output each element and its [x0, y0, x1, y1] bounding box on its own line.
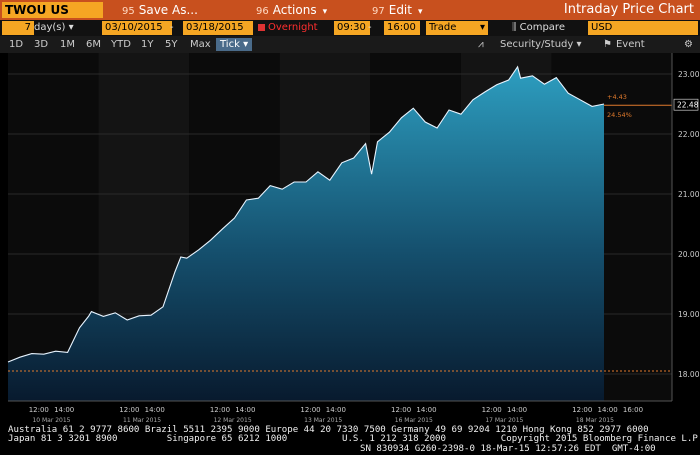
- save-as-label: Save As...: [138, 3, 198, 17]
- end-date-field[interactable]: 03/18/2015: [183, 21, 253, 35]
- start-time-field[interactable]: 09:30: [334, 21, 370, 35]
- change-label: +4.43: [607, 93, 627, 101]
- y-tick-label: 22.00: [678, 130, 700, 139]
- x-time-label: 14:00: [326, 406, 346, 414]
- chevron-down-icon: ▾: [68, 22, 74, 33]
- chevron-down-icon: ▾: [243, 39, 249, 50]
- start-date-field[interactable]: 03/10/2015: [102, 21, 172, 35]
- range-tick-select[interactable]: Tick ▾: [216, 38, 253, 51]
- period-value-field[interactable]: 7: [2, 21, 34, 35]
- x-day-label: 10 Mar 2015: [32, 417, 70, 424]
- chart-type-icon[interactable]: ⩘: [478, 38, 484, 51]
- currency-field[interactable]: USD: [588, 21, 698, 35]
- overnight-label: Overnight: [268, 22, 318, 33]
- range-max[interactable]: Max: [190, 38, 211, 51]
- compare-toggle[interactable]: ⫼ Compare: [512, 21, 565, 35]
- field-select[interactable]: Trade ▾: [426, 21, 488, 35]
- ticker-field[interactable]: TWOU US Equity: [2, 2, 103, 33]
- x-time-label: 14:00: [416, 406, 436, 414]
- x-day-label: 16 Mar 2015: [395, 417, 433, 424]
- edit-button[interactable]: 97 Edit ▾: [372, 2, 423, 18]
- range-1m[interactable]: 1M: [60, 38, 75, 51]
- time-separator: -: [368, 22, 372, 33]
- save-as-button[interactable]: 95 Save As...: [122, 2, 198, 18]
- range-ytd[interactable]: YTD: [111, 38, 131, 51]
- footer-contacts-line-2: Japan 81 3 3201 8900 Singapore 65 6212 1…: [8, 434, 700, 444]
- end-time-field[interactable]: 16:00: [384, 21, 420, 35]
- x-day-label: 11 Mar 2015: [123, 417, 161, 424]
- x-time-label: 14:00: [54, 406, 74, 414]
- range-tick-label: Tick: [220, 39, 240, 50]
- period-unit-label: day(s): [34, 22, 66, 33]
- date-separator: -: [170, 22, 174, 33]
- checkbox-icon: [258, 23, 265, 31]
- chart-canvas: 18.00 19.00 20.00 21.00 22.00 23.00 22.48 +4.43…: [7, 53, 700, 424]
- change-pct-label: 24.54%: [607, 111, 632, 119]
- event-button[interactable]: ⚑ Event: [603, 38, 645, 51]
- x-day-label: 12 Mar 2015: [214, 417, 252, 424]
- footer: Australia 61 2 9777 8600 Brazil 5511 239…: [0, 425, 700, 455]
- chevron-down-icon: ▾: [479, 22, 485, 33]
- security-study-button[interactable]: Security/Study ▾: [500, 38, 582, 51]
- y-tick-label: 20.00: [678, 250, 700, 259]
- x-time-label: 14:00: [598, 406, 618, 414]
- x-day-label: 18 Mar 2015: [576, 417, 614, 424]
- edit-label: Edit: [388, 3, 412, 17]
- top-menu-bar: TWOU US Equity 95Save As... 96Actions ▾ 9…: [0, 0, 700, 33]
- overnight-toggle[interactable]: Overnight: [258, 21, 318, 35]
- chevron-down-icon: ▾: [576, 39, 582, 50]
- last-price-label: 22.48: [677, 101, 699, 110]
- compare-label: Compare: [519, 22, 565, 33]
- x-time-label: 12:00: [391, 406, 411, 414]
- x-time-label: 14:00: [235, 406, 255, 414]
- event-label: Event: [615, 39, 645, 50]
- x-day-label: 13 Mar 2015: [304, 417, 342, 424]
- x-time-label: 12:00: [29, 406, 49, 414]
- x-time-label: 12:00: [482, 406, 502, 414]
- y-tick-label: 21.00: [678, 190, 700, 199]
- y-tick-label: 23.00: [678, 70, 700, 79]
- compare-icon: ⫼: [512, 22, 517, 33]
- range-6m[interactable]: 6M: [86, 38, 101, 51]
- period-unit-select[interactable]: day(s) ▾: [34, 21, 74, 35]
- x-time-label: 14:00: [145, 406, 165, 414]
- gear-icon[interactable]: ⚙: [684, 38, 693, 51]
- y-tick-label: 18.00: [678, 370, 700, 379]
- chevron-down-icon: ▾: [417, 7, 423, 17]
- parameters-bar: 7 day(s) ▾ 03/10/2015 - 03/18/2015 Overn…: [0, 20, 700, 36]
- x-day-label: 17 Mar 2015: [485, 417, 523, 424]
- save-as-code: 95: [122, 6, 135, 17]
- actions-label: Actions: [272, 3, 317, 17]
- range-3d[interactable]: 3D: [34, 38, 48, 51]
- x-time-label: 16:00: [623, 406, 643, 414]
- x-time-label: 14:00: [507, 406, 527, 414]
- actions-code: 96: [256, 6, 269, 17]
- actions-button[interactable]: 96 Actions ▾: [256, 2, 327, 18]
- intraday-price-chart[interactable]: 18.00 19.00 20.00 21.00 22.00 23.00 22.48 +4.43…: [0, 53, 700, 425]
- range-toolbar: 1D 3D 1M 6M YTD 1Y 5Y Max Tick ▾ ⩘ Secur…: [0, 36, 700, 54]
- page-title: Intraday Price Chart: [563, 2, 694, 17]
- x-time-label: 12:00: [119, 406, 139, 414]
- range-1d[interactable]: 1D: [9, 38, 23, 51]
- field-select-label: Trade: [429, 22, 457, 33]
- range-5y[interactable]: 5Y: [165, 38, 177, 51]
- y-tick-label: 19.00: [678, 310, 700, 319]
- x-time-label: 12:00: [572, 406, 592, 414]
- x-time-label: 12:00: [210, 406, 230, 414]
- security-study-label: Security/Study: [500, 39, 574, 50]
- x-time-label: 12:00: [300, 406, 320, 414]
- edit-code: 97: [372, 6, 385, 17]
- chevron-down-icon: ▾: [322, 7, 328, 17]
- flag-icon: ⚑: [603, 39, 612, 50]
- footer-session-line: SN 830934 G260-2398-0 18-Mar-15 12:57:26…: [360, 444, 656, 454]
- range-1y[interactable]: 1Y: [141, 38, 153, 51]
